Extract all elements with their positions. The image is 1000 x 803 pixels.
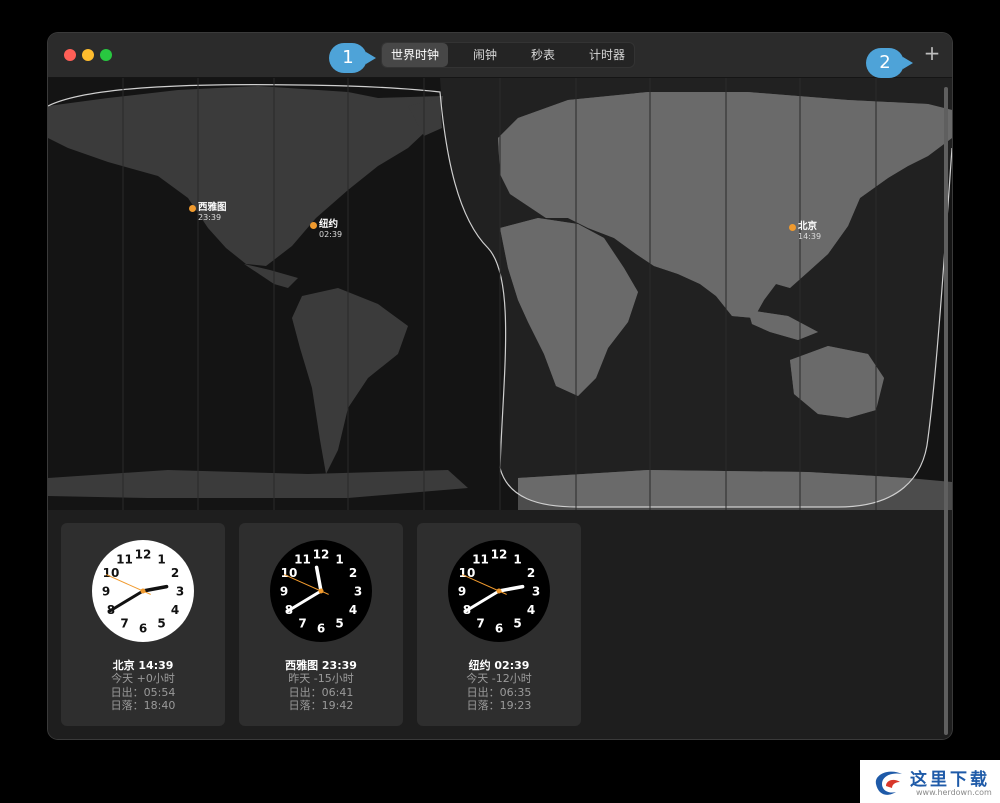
location-dot-icon bbox=[189, 205, 196, 212]
location-dot-icon bbox=[789, 224, 796, 231]
clock-title: 北京 14:39 bbox=[112, 659, 174, 672]
clock-numeral: 12 bbox=[491, 548, 508, 562]
clock-numeral: 11 bbox=[472, 552, 489, 566]
watermark-url: www.herdown.com bbox=[916, 788, 992, 797]
close-button[interactable] bbox=[64, 49, 76, 61]
site-logo-icon bbox=[875, 771, 902, 795]
clock-card-new-york[interactable]: 123456789101112 纽约 02:39 今天 -12小时 日出：06:… bbox=[417, 523, 581, 726]
city-time: 02:39 bbox=[319, 230, 343, 239]
clock-center-cap bbox=[318, 588, 324, 594]
clock-card-info: 西雅图 23:39 昨天 -15小时 日出：06:41 日落：19:42 bbox=[239, 659, 403, 713]
city-name: 纽约 bbox=[319, 219, 339, 230]
clock-card-beijing[interactable]: 123456789101112 北京 14:39 今天 +0小时 日出：05:5… bbox=[61, 523, 225, 726]
tab-timer[interactable]: 计时器 bbox=[580, 43, 634, 67]
clock-numeral: 12 bbox=[313, 548, 330, 562]
clock-numeral: 9 bbox=[458, 585, 466, 599]
clock-day-offset: 今天 +0小时 bbox=[111, 672, 175, 685]
analog-clock-icon: 123456789101112 bbox=[270, 540, 372, 642]
clock-numeral: 1 bbox=[335, 552, 343, 566]
clock-numeral: 7 bbox=[120, 617, 128, 631]
tab-world-clock[interactable]: 世界时钟 bbox=[382, 43, 449, 67]
clock-numeral: 2 bbox=[527, 566, 535, 580]
annotation-callout-1: 1 bbox=[329, 43, 376, 73]
zoom-button[interactable] bbox=[100, 49, 112, 61]
world-clock-window: 世界时钟 闹钟 秒表 计时器 + 西雅图 23:39 纽约 02:39 北京 1… bbox=[48, 33, 952, 739]
clock-day-offset: 今天 -12小时 bbox=[466, 672, 532, 685]
clock-numeral: 7 bbox=[476, 617, 484, 631]
city-name: 北京 bbox=[798, 221, 818, 232]
add-clock-button[interactable]: + bbox=[921, 42, 943, 64]
city-time: 23:39 bbox=[198, 213, 222, 222]
clock-numeral: 2 bbox=[349, 566, 357, 580]
clock-numeral: 4 bbox=[349, 603, 357, 617]
clock-numeral: 9 bbox=[102, 585, 110, 599]
clock-center-cap bbox=[140, 588, 146, 594]
clock-numeral: 6 bbox=[495, 622, 503, 636]
clock-numeral: 10 bbox=[103, 566, 120, 580]
clock-numeral: 12 bbox=[135, 548, 152, 562]
clock-numeral: 11 bbox=[116, 552, 133, 566]
world-map-graphic bbox=[48, 78, 952, 510]
clock-numeral: 7 bbox=[298, 617, 306, 631]
clock-sunset: 日落：19:42 bbox=[288, 699, 354, 712]
clock-numeral: 6 bbox=[139, 622, 147, 636]
clock-numeral: 11 bbox=[294, 552, 311, 566]
clock-numeral: 5 bbox=[157, 617, 165, 631]
titlebar: 世界时钟 闹钟 秒表 计时器 + bbox=[48, 33, 952, 78]
clock-card-info: 纽约 02:39 今天 -12小时 日出：06:35 日落：19:23 bbox=[417, 659, 581, 713]
analog-clock-icon: 123456789101112 bbox=[448, 540, 550, 642]
clock-sunrise: 日出：05:54 bbox=[110, 685, 176, 699]
minimize-button[interactable] bbox=[82, 49, 94, 61]
clock-numeral: 2 bbox=[171, 566, 179, 580]
clock-numeral: 4 bbox=[527, 603, 535, 617]
clock-numeral: 1 bbox=[157, 552, 165, 566]
city-time: 14:39 bbox=[798, 232, 822, 241]
clock-card-seattle[interactable]: 123456789101112 西雅图 23:39 昨天 -15小时 日出：06… bbox=[239, 523, 403, 726]
clock-numeral: 10 bbox=[281, 566, 298, 580]
clock-numeral: 6 bbox=[317, 622, 325, 636]
scrollbar[interactable] bbox=[944, 87, 948, 735]
tab-bar: 世界时钟 闹钟 秒表 计时器 bbox=[381, 42, 636, 68]
clock-cards: 123456789101112 北京 14:39 今天 +0小时 日出：05:5… bbox=[48, 510, 952, 739]
clock-title: 纽约 02:39 bbox=[468, 659, 530, 672]
clock-numeral: 5 bbox=[513, 617, 521, 631]
annotation-callout-2: 2 bbox=[866, 48, 913, 78]
clock-numeral: 5 bbox=[335, 617, 343, 631]
clock-sunset: 日落：18:40 bbox=[110, 699, 176, 712]
city-name: 西雅图 bbox=[198, 202, 227, 213]
clock-numeral: 1 bbox=[513, 552, 521, 566]
clock-numeral: 4 bbox=[171, 603, 179, 617]
clock-numeral: 10 bbox=[459, 566, 476, 580]
analog-clock-icon: 123456789101112 bbox=[92, 540, 194, 642]
clock-numeral: 3 bbox=[532, 585, 540, 599]
clock-numeral: 3 bbox=[176, 585, 184, 599]
tab-alarm[interactable]: 闹钟 bbox=[464, 43, 506, 67]
clock-sunrise: 日出：06:35 bbox=[466, 685, 532, 699]
clock-day-offset: 昨天 -15小时 bbox=[288, 672, 354, 685]
clock-numeral: 3 bbox=[354, 585, 362, 599]
clock-center-cap bbox=[496, 588, 502, 594]
clock-sunrise: 日出：06:41 bbox=[288, 685, 354, 699]
clock-title: 西雅图 23:39 bbox=[285, 659, 357, 672]
location-dot-icon bbox=[310, 222, 317, 229]
clock-sunset: 日落：19:23 bbox=[466, 699, 532, 712]
clock-card-info: 北京 14:39 今天 +0小时 日出：05:54 日落：18:40 bbox=[61, 659, 225, 713]
world-map: 西雅图 23:39 纽约 02:39 北京 14:39 bbox=[48, 78, 952, 510]
watermark: 这里下载 www.herdown.com bbox=[860, 760, 1000, 803]
tab-stopwatch[interactable]: 秒表 bbox=[522, 43, 564, 67]
clock-numeral: 9 bbox=[280, 585, 288, 599]
watermark-title: 这里下载 bbox=[910, 770, 990, 790]
